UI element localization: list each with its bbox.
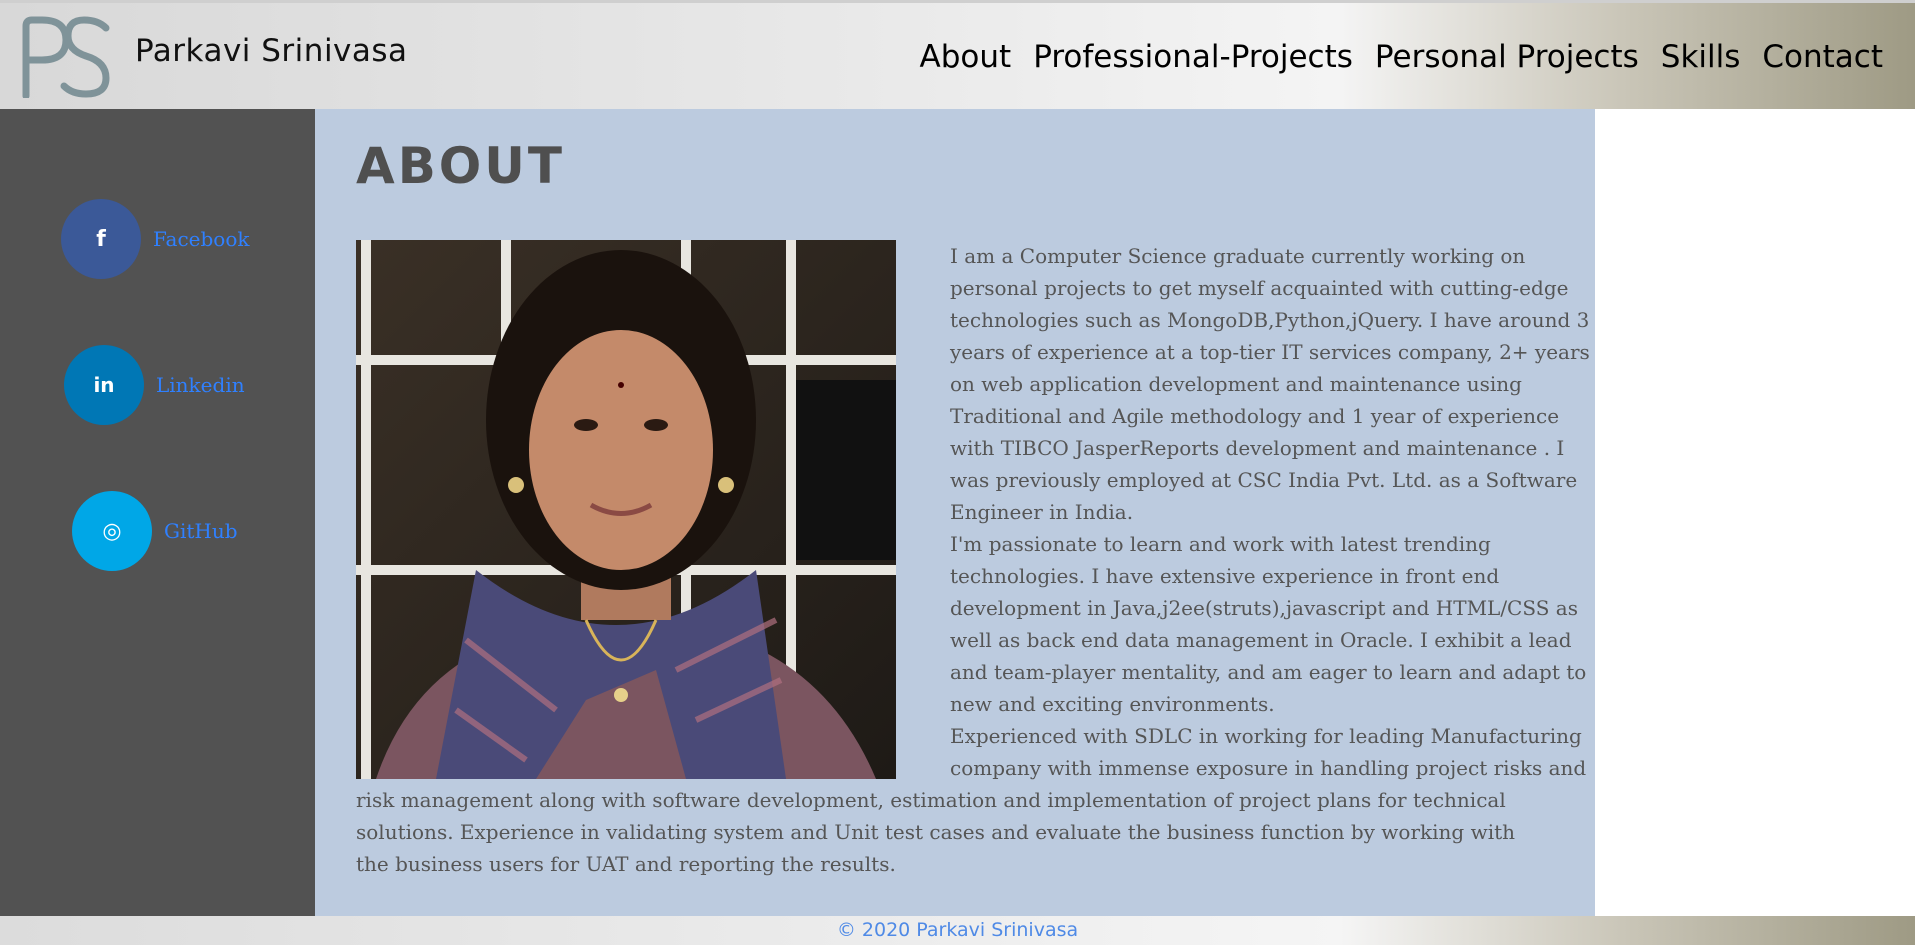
- site-name[interactable]: Parkavi Srinivasa: [135, 33, 408, 69]
- nav-contact[interactable]: Contact: [1762, 39, 1883, 75]
- social-link-github[interactable]: ◎ GitHub: [72, 491, 238, 571]
- nav-personal-projects[interactable]: Personal Projects: [1375, 39, 1639, 75]
- site-footer: © 2020 Parkavi Srinivasa: [0, 916, 1915, 945]
- section-heading: ABOUT: [356, 137, 566, 195]
- ps-logo[interactable]: [18, 16, 110, 98]
- social-label-facebook[interactable]: Facebook: [153, 227, 249, 251]
- about-section: ABOUT I am a Computer Science graduate c…: [315, 109, 1595, 916]
- social-label-linkedin[interactable]: Linkedin: [156, 373, 245, 397]
- about-paragraph-2: I'm passionate to learn and work with la…: [950, 532, 1587, 716]
- copyright-text: © 2020 Parkavi Srinivasa: [836, 919, 1079, 941]
- about-paragraph-3: Experienced with SDLC in working for lea…: [950, 724, 1587, 780]
- about-paragraph-1: I am a Computer Science graduate current…: [950, 244, 1590, 524]
- linkedin-icon[interactable]: in: [64, 345, 144, 425]
- social-sidebar: f Facebook in Linkedin ◎ GitHub: [0, 109, 315, 916]
- facebook-icon[interactable]: f: [61, 199, 141, 279]
- social-link-linkedin[interactable]: in Linkedin: [64, 345, 245, 425]
- social-label-github[interactable]: GitHub: [164, 519, 238, 543]
- profile-photo: [356, 240, 896, 779]
- main-nav: About Professional-Projects Personal Pro…: [920, 39, 1883, 75]
- about-paragraph-3-continued: risk management along with software deve…: [356, 788, 1516, 876]
- site-header: Parkavi Srinivasa About Professional-Pro…: [0, 0, 1915, 109]
- nav-professional-projects[interactable]: Professional-Projects: [1033, 39, 1353, 75]
- nav-about[interactable]: About: [920, 39, 1012, 75]
- github-icon[interactable]: ◎: [72, 491, 152, 571]
- nav-skills[interactable]: Skills: [1661, 39, 1741, 75]
- social-link-facebook[interactable]: f Facebook: [61, 199, 249, 279]
